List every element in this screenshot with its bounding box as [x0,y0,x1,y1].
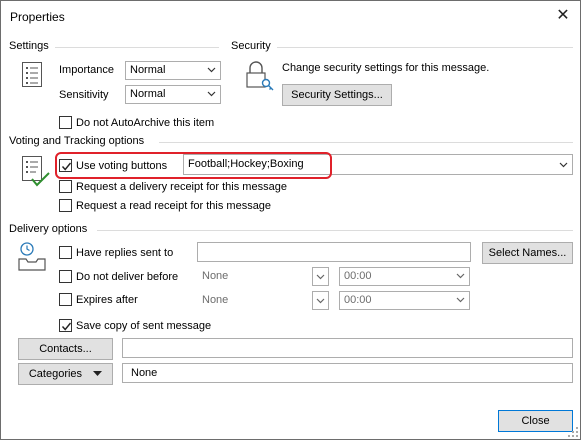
autoarchive-label: Do not AutoArchive this item [76,117,215,129]
have-replies-label: Have replies sent to [76,247,174,259]
close-window-icon[interactable]: ✕ [552,6,574,26]
chevron-down-icon [207,67,216,73]
properties-dialog: Properties ✕ Settings Importance Normal … [0,0,581,440]
sensitivity-value: Normal [130,88,166,100]
title-bar [1,1,580,32]
do-not-deliver-checkbox[interactable] [59,270,72,283]
voting-highlight-outline [55,152,332,179]
lock-key-icon [244,59,274,93]
do-not-deliver-time[interactable]: 00:00 [339,267,470,286]
categories-button[interactable]: Categories [18,363,113,385]
importance-select[interactable]: Normal [125,61,221,80]
chevron-down-icon [207,91,216,97]
do-not-deliver-time-value: 00:00 [344,270,372,282]
delivery-receipt-label: Request a delivery receipt for this mess… [76,181,287,193]
expires-after-date[interactable]: None [197,291,311,310]
window-title: Properties [10,10,65,24]
read-receipt-label: Request a read receipt for this message [76,200,272,212]
chevron-down-icon [316,298,325,304]
importance-value: Normal [130,64,166,76]
expires-after-time-value: 00:00 [344,294,372,306]
voting-divider [159,142,573,143]
caret-down-icon [93,371,103,376]
settings-list-icon [21,61,45,89]
expires-after-label: Expires after [76,294,138,306]
chevron-down-icon [559,162,568,168]
do-not-deliver-label: Do not deliver before [76,271,179,283]
security-heading: Security [231,40,271,52]
categories-button-label: Categories [28,368,83,380]
delivery-heading: Delivery options [9,223,88,235]
do-not-deliver-date-value: None [202,270,229,282]
expires-after-time[interactable]: 00:00 [339,291,470,310]
settings-heading: Settings [9,40,49,52]
have-replies-input[interactable] [197,242,471,262]
close-button[interactable]: Close [498,410,573,432]
contacts-input[interactable] [122,338,573,358]
voting-checklist-icon [21,155,51,189]
delivery-clock-tray-icon [17,241,47,273]
save-copy-checkbox[interactable] [59,319,72,332]
contacts-button[interactable]: Contacts... [18,338,113,360]
expires-after-date-dropdown[interactable] [312,291,329,310]
importance-label: Importance [59,64,115,76]
save-copy-label: Save copy of sent message [76,320,212,332]
settings-divider [55,47,219,48]
delivery-divider [97,230,573,231]
chevron-down-icon [456,297,465,303]
sensitivity-select[interactable]: Normal [125,85,221,104]
chevron-down-icon [456,273,465,279]
categories-input[interactable]: None [122,363,573,383]
delivery-receipt-checkbox[interactable] [59,180,72,193]
do-not-deliver-date[interactable]: None [197,267,311,286]
do-not-deliver-date-dropdown[interactable] [312,267,329,286]
categories-value: None [131,367,158,379]
security-description: Change security settings for this messag… [282,62,490,74]
checkmark-icon [61,322,72,331]
resize-grip-icon[interactable] [567,426,579,438]
have-replies-checkbox[interactable] [59,246,72,259]
autoarchive-checkbox[interactable] [59,116,72,129]
expires-after-date-value: None [202,294,229,306]
voting-heading: Voting and Tracking options [9,135,145,147]
expires-after-checkbox[interactable] [59,293,72,306]
security-settings-button[interactable]: Security Settings... [282,84,392,106]
sensitivity-label: Sensitivity [59,89,109,101]
security-divider [277,47,573,48]
select-names-button[interactable]: Select Names... [482,242,573,264]
chevron-down-icon [316,274,325,280]
read-receipt-checkbox[interactable] [59,199,72,212]
